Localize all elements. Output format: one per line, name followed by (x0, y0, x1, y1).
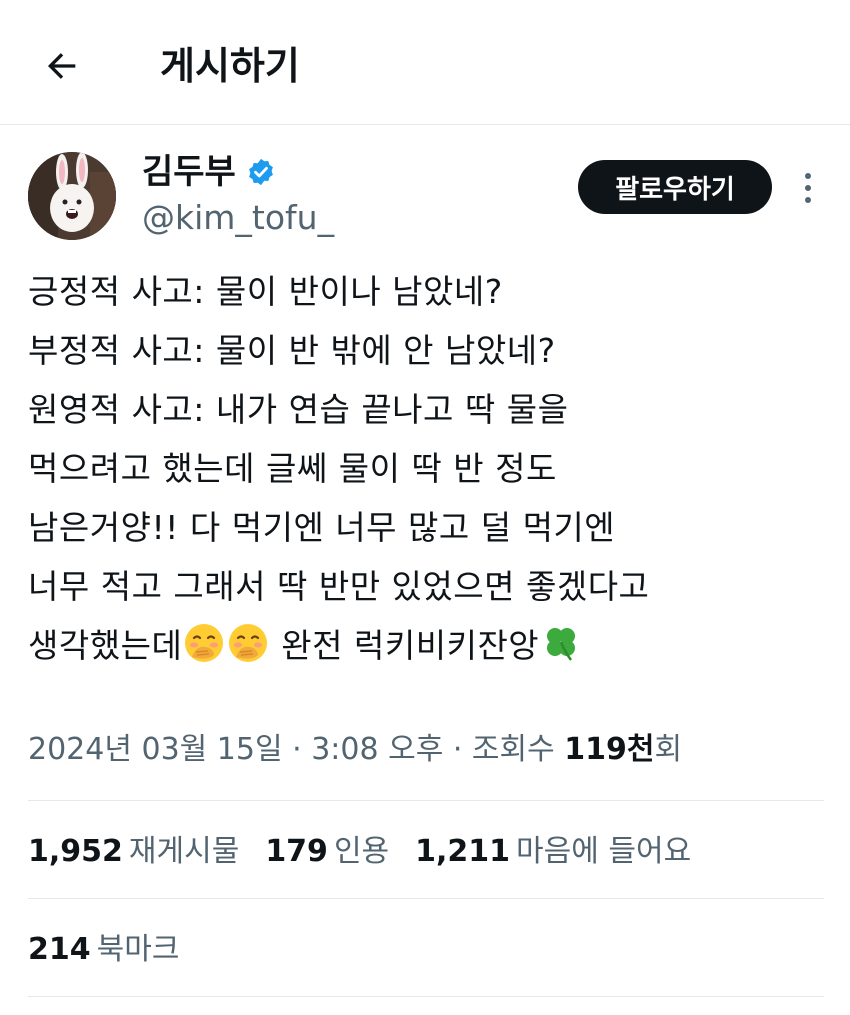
retweets-label: 재게시물 (128, 834, 240, 869)
divider (28, 800, 824, 801)
likes-stat[interactable]: 1,211 마음에 들어요 (415, 830, 691, 874)
tweet-line: 부정적 사고: 물이 반 밖에 안 남았네? (28, 331, 556, 370)
quotes-count: 179 (265, 834, 328, 869)
meta-separator: · (282, 732, 312, 767)
tweet-line: 남은거양!! 다 먹기엔 너무 많고 덜 먹기엔 (28, 508, 616, 547)
likes-count: 1,211 (415, 834, 511, 869)
bookmarks-count: 214 (28, 932, 91, 967)
author-name-row[interactable]: 김두부 (142, 150, 276, 194)
likes-label: 마음에 들어요 (516, 834, 692, 869)
face-with-hand-over-mouth-emoji (229, 624, 268, 662)
tweet-text: 긍정적 사고: 물이 반이나 남았네? 부정적 사고: 물이 반 밖에 안 남았… (28, 262, 828, 675)
tweet-line-last-start: 생각했는데 (28, 626, 183, 665)
engagement-stats: 1,952 재게시물 179 인용 1,211 마음에 들어요 (28, 830, 717, 874)
avatar[interactable] (28, 152, 116, 240)
divider (28, 996, 824, 997)
tweet-line-last: 생각했는데 완전 럭키비키잔앙 (28, 616, 828, 675)
avatar-image (28, 152, 116, 240)
bookmarks-stat[interactable]: 214 북마크 (28, 928, 179, 972)
views-count: 119천 (564, 732, 655, 767)
tweet-line: 너무 적고 그래서 딱 반만 있었으면 좋겠다고 (28, 567, 650, 606)
tweet-line: 긍정적 사고: 물이 반이나 남았네? (28, 272, 503, 311)
tweet-metadata: 2024년 03월 15일 · 3:08 오후 · 조회수 119천회 (28, 728, 682, 772)
verified-badge-icon (246, 157, 276, 187)
retweets-stat[interactable]: 1,952 재게시물 (28, 830, 239, 874)
bookmarks-label: 북마크 (96, 932, 180, 967)
divider (28, 898, 824, 899)
back-button[interactable] (36, 40, 88, 92)
top-bar: 게시하기 (0, 0, 850, 125)
views-prefix: 조회수 (471, 732, 565, 767)
follow-button[interactable]: 팔로우하기 (578, 160, 772, 214)
meta-separator: · (443, 732, 472, 767)
page-title: 게시하기 (160, 44, 300, 88)
tweet-line-last-end: 완전 럭키비키잔앙 (270, 626, 540, 665)
tweet-date[interactable]: 2024년 03월 15일 (28, 732, 283, 767)
author-handle[interactable]: @kim_tofu_ (142, 196, 334, 240)
retweets-count: 1,952 (28, 834, 123, 869)
back-arrow-icon (48, 53, 76, 79)
tweet-time[interactable]: 3:08 오후 (311, 732, 443, 767)
four-leaf-clover-emoji (547, 628, 576, 661)
quotes-stat[interactable]: 179 인용 (265, 830, 389, 874)
tweet-line: 원영적 사고: 내가 연습 끝나고 딱 물을 (28, 390, 569, 429)
views-suffix: 회 (654, 732, 683, 767)
more-options-button[interactable] (796, 166, 820, 210)
face-with-hand-over-mouth-emoji (185, 624, 224, 662)
tweet-line: 먹으려고 했는데 글쎄 물이 딱 반 정도 (28, 449, 557, 488)
more-vertical-icon (805, 173, 811, 203)
author-name[interactable]: 김두부 (142, 150, 236, 194)
quotes-label: 인용 (333, 834, 390, 869)
